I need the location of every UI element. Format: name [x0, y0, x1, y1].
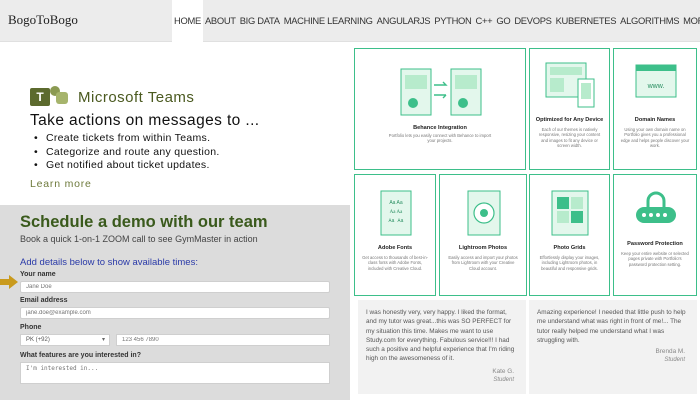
lightroom-photos-icon — [467, 190, 501, 236]
devices-icon — [545, 62, 595, 108]
feature-card-devices[interactable]: Optimized for Any Device Each of our the… — [529, 48, 610, 170]
feature-desc: Easily access and import your photos fro… — [448, 255, 518, 271]
nav-item-about[interactable]: ABOUT — [203, 0, 238, 42]
teams-ad[interactable]: T Microsoft Teams Take actions on messag… — [0, 80, 350, 200]
feature-desc: Effortlessly display your images, includ… — [539, 255, 600, 271]
feature-title: Password Protection — [627, 241, 683, 247]
nav-item-kubernetes[interactable]: KUBERNETES — [554, 0, 619, 42]
testimonial-card: I was honestly very, very happy. I liked… — [358, 300, 526, 394]
testimonial-role: Student — [493, 377, 514, 383]
top-navbar: BogoToBogo HOME ABOUT BIG DATA MACHINE L… — [0, 0, 700, 42]
chevron-down-icon: ▾ — [101, 337, 105, 343]
country-code-value: PK (+92) — [26, 337, 50, 343]
phone-input[interactable] — [116, 334, 330, 346]
name-label: Your name — [20, 271, 56, 278]
svg-text:www.: www. — [647, 83, 665, 90]
svg-text:Aa Aa: Aa Aa — [390, 210, 403, 215]
page: BogoToBogo HOME ABOUT BIG DATA MACHINE L… — [0, 0, 700, 400]
nav-item-python[interactable]: PYTHON — [432, 0, 473, 42]
feature-card-domain[interactable]: www. Domain Names Using your own domain … — [613, 48, 697, 170]
site-logo[interactable]: BogoToBogo — [8, 12, 78, 28]
nav-item-home[interactable]: HOME — [172, 0, 203, 42]
demo-title: Schedule a demo with our team — [20, 213, 268, 231]
arrow-right-icon — [0, 275, 18, 289]
demo-add-details: Add details below to show available time… — [20, 257, 198, 268]
teams-bullet: Create tickets from within Teams. — [34, 132, 220, 146]
email-input[interactable] — [20, 307, 330, 319]
teams-product-name: Microsoft Teams — [78, 89, 195, 106]
feature-card-adobe-fonts[interactable]: Aa Aa Aa Aa Aa Aa Adobe Fonts Get access… — [354, 174, 436, 296]
nav-item-devops[interactable]: DEVOPS — [512, 0, 553, 42]
teams-learn-more-link[interactable]: Learn more — [30, 178, 92, 190]
teams-bullet: Get notified about ticket updates. — [34, 159, 220, 173]
feature-title: Photo Grids — [553, 245, 586, 251]
nav-item-algorithms[interactable]: ALGORITHMS — [618, 0, 681, 42]
phone-label: Phone — [20, 324, 42, 331]
fonts-page-icon: Aa Aa Aa Aa Aa Aa — [380, 190, 412, 236]
testimonial-card: Amazing experience! I needed that little… — [529, 300, 697, 394]
testimonial-role: Student — [664, 357, 685, 363]
nav-item-angularjs[interactable]: ANGULARJS — [375, 0, 433, 42]
feature-desc: Get access to thousands of best-in-class… — [362, 255, 428, 271]
teams-bullet-list: Create tickets from within Teams. Catego… — [34, 132, 220, 173]
main-nav: HOME ABOUT BIG DATA MACHINE LEARNING ANG… — [172, 0, 700, 42]
nav-item-more[interactable]: MORE...▾ — [681, 0, 700, 42]
teams-bullet: Categorize and route any question. — [34, 146, 220, 160]
nav-item-machine-learning[interactable]: MACHINE LEARNING — [282, 0, 375, 42]
country-code-select[interactable]: PK (+92) ▾ — [20, 334, 110, 346]
testimonial-author: Brenda M. — [655, 348, 685, 355]
feature-card-lightroom[interactable]: Lightroom Photos Easily access and impor… — [439, 174, 527, 296]
testimonial-text: Amazing experience! I needed that little… — [537, 309, 686, 344]
www-window-icon: www. — [635, 64, 677, 98]
name-input[interactable] — [20, 281, 330, 293]
features-label: What features are you interested in? — [20, 352, 141, 359]
svg-text:Aa Aa: Aa Aa — [388, 218, 403, 224]
teams-ad-heading: Take actions on messages to ... — [30, 112, 260, 129]
testimonial-text: I was honestly very, very happy. I liked… — [366, 309, 515, 363]
email-label: Email address — [20, 297, 68, 304]
password-lock-icon — [636, 191, 676, 223]
feature-title: Lightroom Photos — [458, 245, 508, 251]
feature-title: Behance Integration — [413, 125, 467, 131]
feature-desc: Each of our themes is natively responsiv… — [538, 127, 601, 149]
photo-grid-icon — [551, 190, 589, 236]
demo-form-ad: Schedule a demo with our team Book a qui… — [0, 205, 350, 400]
features-textarea[interactable] — [20, 362, 330, 384]
testimonial-author: Kate G. — [492, 368, 514, 375]
feature-desc: Portfolio lets you easily connect with B… — [388, 133, 492, 144]
nav-item-cpp[interactable]: C++ — [474, 0, 495, 42]
sync-arrows-icon — [400, 68, 482, 116]
feature-desc: Keep your entire website or selected pag… — [621, 251, 689, 267]
nav-item-big-data[interactable]: BIG DATA — [238, 0, 282, 42]
demo-subtitle: Book a quick 1-on-1 ZOOM call to see Gym… — [20, 234, 258, 244]
feature-title: Optimized for Any Device — [535, 117, 604, 123]
feature-title: Adobe Fonts — [377, 245, 413, 251]
feature-title: Domain Names — [634, 117, 676, 123]
feature-desc: Using your own domain name on Portfolio … — [620, 127, 690, 149]
teams-logo-icon: T — [30, 86, 68, 108]
nav-more-label: MORE... — [683, 15, 700, 26]
feature-card-behance[interactable]: Behance Integration Portfolio lets you e… — [354, 48, 526, 170]
nav-item-go[interactable]: GO — [494, 0, 512, 42]
feature-card-password[interactable]: Password Protection Keep your entire web… — [613, 174, 697, 296]
feature-card-photo-grids[interactable]: Photo Grids Effortlessly display your im… — [529, 174, 610, 296]
svg-text:Aa Aa: Aa Aa — [389, 200, 403, 206]
